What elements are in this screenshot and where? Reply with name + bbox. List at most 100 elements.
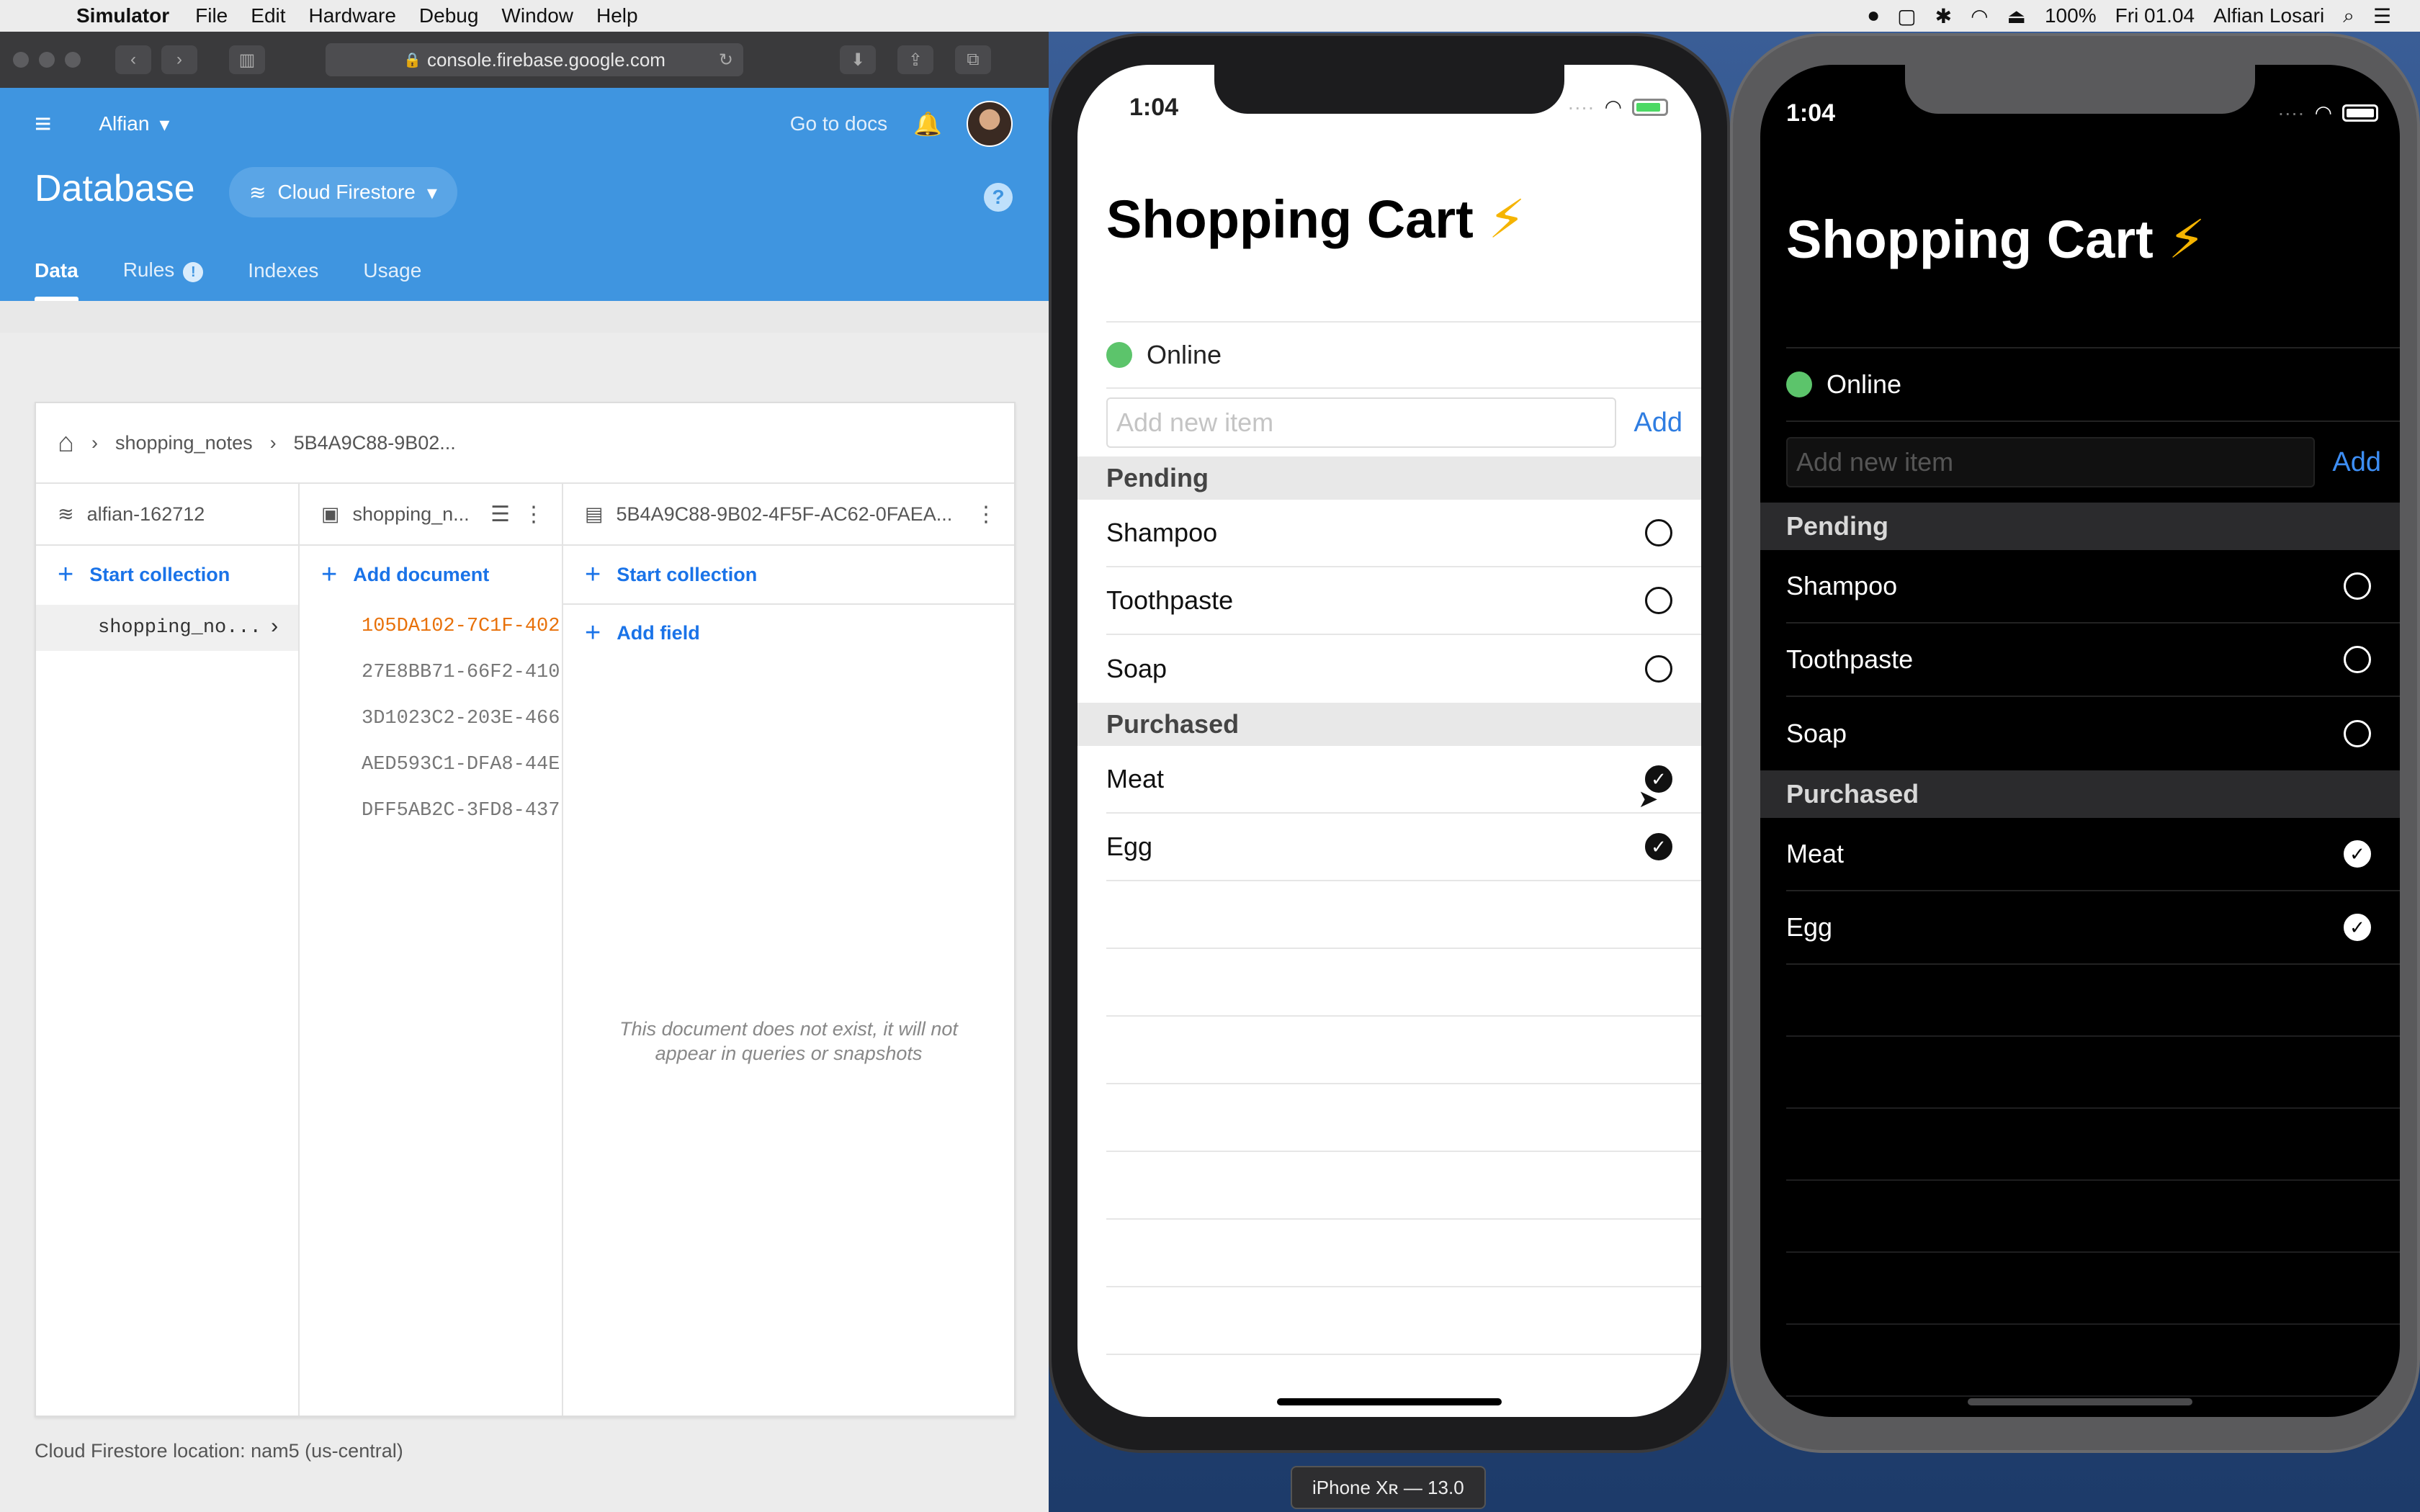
close-window-button[interactable] xyxy=(13,52,29,68)
empty-table-rows xyxy=(1786,965,2400,1397)
project-selector[interactable]: Alfian ▾ xyxy=(99,112,169,136)
simulator-dark: 1:04 ···· ◠ Shopping Cart ⚡ Online Add P… xyxy=(1730,33,2420,1453)
phone-screen-dark: 1:04 ···· ◠ Shopping Cart ⚡ Online Add P… xyxy=(1760,65,2400,1417)
add-field-button[interactable]: + Add field xyxy=(563,603,1014,661)
status-indicators: ···· ◠ xyxy=(2277,101,2378,125)
list-item[interactable]: Toothpaste xyxy=(1106,567,1701,635)
start-collection-button[interactable]: + Start collection xyxy=(36,546,298,603)
checked-circle-icon[interactable]: ✓ xyxy=(2344,840,2371,868)
home-indicator[interactable] xyxy=(1277,1398,1502,1405)
list-item[interactable]: Soap xyxy=(1786,697,2400,770)
breadcrumb: ⌂ › shopping_notes › 5B4A9C88-9B02... xyxy=(36,403,1014,484)
signal-icon: ···· xyxy=(1567,95,1595,118)
item-label: Meat xyxy=(1106,764,1165,793)
window-icon[interactable]: ▢ xyxy=(1897,4,1916,28)
document-item[interactable]: DFF5AB2C-3FD8-437 xyxy=(300,788,562,834)
more-vert-icon[interactable]: ⋮ xyxy=(975,502,997,527)
downloads-icon[interactable]: ⬇ xyxy=(840,45,876,74)
add-document-button[interactable]: + Add document xyxy=(300,546,562,603)
list-item[interactable]: Toothpaste xyxy=(1786,624,2400,697)
unchecked-circle-icon[interactable] xyxy=(2344,572,2371,600)
list-item[interactable]: Shampoo xyxy=(1106,500,1701,567)
eject-icon[interactable]: ⏏ xyxy=(2007,4,2026,28)
collection-item[interactable]: shopping_no... › xyxy=(36,605,298,651)
list-item[interactable]: Shampoo xyxy=(1786,550,2400,624)
notch xyxy=(1905,65,2255,114)
list-item[interactable]: Egg ✓ xyxy=(1786,891,2400,965)
spotlight-icon[interactable]: ⌕ xyxy=(2343,4,2354,28)
unchecked-circle-icon[interactable] xyxy=(1645,587,1672,614)
unchecked-circle-icon[interactable] xyxy=(1645,655,1672,683)
wifi-icon: ◠ xyxy=(1604,96,1622,118)
help-icon[interactable]: ? xyxy=(984,183,1013,212)
hamburger-menu-icon[interactable]: ≡ xyxy=(35,108,51,140)
plus-icon: + xyxy=(58,559,74,590)
tab-indexes[interactable]: Indexes xyxy=(248,259,318,301)
list-item[interactable]: Egg ✓ xyxy=(1106,814,1701,881)
checked-circle-icon[interactable]: ✓ xyxy=(1645,833,1672,860)
caret-down-icon: ▾ xyxy=(159,112,170,135)
document-item[interactable]: 27E8BB71-66F2-410 xyxy=(300,649,562,696)
add-item-button[interactable]: Add xyxy=(1634,408,1682,438)
document-item[interactable]: AED593C1-DFA8-44E xyxy=(300,742,562,788)
tab-data[interactable]: Data xyxy=(35,259,79,301)
breadcrumb-collection[interactable]: shopping_notes xyxy=(115,432,253,454)
menu-edit[interactable]: Edit xyxy=(251,4,285,27)
zoom-window-button[interactable] xyxy=(65,52,81,68)
breadcrumb-document[interactable]: 5B4A9C88-9B02... xyxy=(294,432,456,454)
app-title: Shopping Cart ⚡ xyxy=(1786,209,2205,271)
unchecked-circle-icon[interactable] xyxy=(2344,646,2371,673)
more-vert-icon[interactable]: ⋮ xyxy=(523,502,544,527)
home-indicator[interactable] xyxy=(1968,1398,2192,1405)
notifications-bell-icon[interactable]: 🔔 xyxy=(913,110,942,138)
notification-center-icon[interactable]: ☰ xyxy=(2373,4,2391,28)
checked-circle-icon[interactable]: ✓ xyxy=(2344,914,2371,941)
plus-icon: + xyxy=(321,559,338,590)
share-icon[interactable]: ⇪ xyxy=(897,45,933,74)
user-name[interactable]: Alfian Losari xyxy=(2213,4,2324,27)
filter-icon[interactable]: ☰ xyxy=(490,502,510,527)
collection-column-title: shopping_n... xyxy=(352,503,470,525)
online-indicator xyxy=(1106,342,1132,368)
document-item[interactable]: 105DA102-7C1F-402 xyxy=(300,603,562,649)
bluetooth-icon[interactable]: ✱ xyxy=(1935,4,1952,28)
back-icon[interactable]: ‹ xyxy=(115,45,151,74)
add-document-label: Add document xyxy=(353,563,490,585)
list-item[interactable]: Soap xyxy=(1106,635,1701,703)
tab-rules[interactable]: Rules! xyxy=(123,258,204,302)
menu-bar: Simulator File Edit Hardware Debug Windo… xyxy=(0,0,2420,32)
home-icon[interactable]: ⌂ xyxy=(58,428,74,459)
battery-percent[interactable]: 100% xyxy=(2045,4,2097,27)
list-item[interactable]: Meat ✓ xyxy=(1106,746,1701,814)
product-selector[interactable]: ≋ Cloud Firestore ▾ xyxy=(229,167,457,217)
list-item[interactable]: Meat ✓ xyxy=(1786,818,2400,891)
document-item[interactable]: 3D1023C2-203E-466 xyxy=(300,696,562,742)
new-item-input[interactable] xyxy=(1786,437,2316,487)
menu-debug[interactable]: Debug xyxy=(419,4,479,27)
forward-icon[interactable]: › xyxy=(161,45,197,74)
plus-icon: + xyxy=(585,617,601,648)
unchecked-circle-icon[interactable] xyxy=(2344,720,2371,747)
battery-icon xyxy=(1632,98,1668,116)
menu-help[interactable]: Help xyxy=(596,4,638,27)
clock[interactable]: Fri 01.04 xyxy=(2115,4,2195,27)
sidebar-icon[interactable]: ▥ xyxy=(229,45,265,74)
menu-hardware[interactable]: Hardware xyxy=(309,4,396,27)
tabs-icon[interactable]: ⧉ xyxy=(955,45,991,74)
lightning-icon: ⚡ xyxy=(2168,210,2206,269)
address-bar[interactable]: 🔒 console.firebase.google.com ↻ xyxy=(326,43,743,76)
add-item-button[interactable]: Add xyxy=(2332,447,2381,478)
menu-file[interactable]: File xyxy=(195,4,228,27)
unchecked-circle-icon[interactable] xyxy=(1645,519,1672,546)
new-item-input[interactable] xyxy=(1106,397,1617,448)
menu-window[interactable]: Window xyxy=(501,4,573,27)
menu-app-name[interactable]: Simulator xyxy=(76,4,169,27)
wifi-icon[interactable]: ◠ xyxy=(1971,4,1988,28)
reload-icon[interactable]: ↻ xyxy=(719,50,733,71)
record-icon[interactable]: ⏺ xyxy=(1868,4,1878,28)
tab-usage[interactable]: Usage xyxy=(363,259,421,301)
go-to-docs-link[interactable]: Go to docs xyxy=(790,112,887,135)
avatar[interactable] xyxy=(967,101,1013,147)
start-subcollection-button[interactable]: + Start collection xyxy=(563,546,1014,603)
minimize-window-button[interactable] xyxy=(39,52,55,68)
